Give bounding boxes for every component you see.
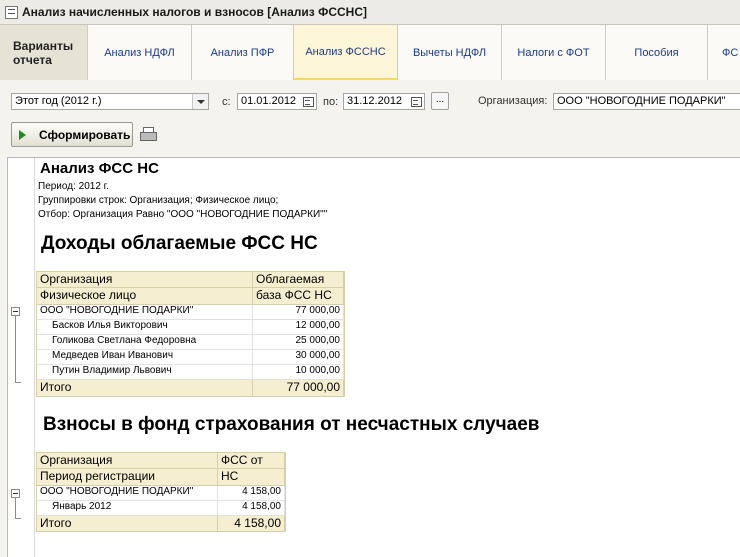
window-icon bbox=[5, 6, 18, 19]
tab-report-variants[interactable]: Варианты отчета bbox=[0, 25, 88, 80]
tab-fs-truncated[interactable]: ФС bbox=[708, 25, 740, 80]
generate-button[interactable]: Сформировать bbox=[11, 122, 133, 147]
table-row: Январь 2012 bbox=[37, 501, 218, 516]
table-row: Путин Владимир Львович bbox=[37, 365, 253, 380]
group-line bbox=[15, 316, 16, 382]
calendar-icon[interactable] bbox=[410, 95, 423, 108]
section-heading-contributions: Взносы в фонд страхования от несчастных … bbox=[43, 414, 540, 435]
table-cell: 4 158,00 bbox=[218, 486, 285, 501]
collapse-icon[interactable] bbox=[11, 489, 20, 498]
tab-benefits[interactable]: Пособия bbox=[606, 25, 708, 80]
title-bar: Анализ начисленных налогов и взносов [Ан… bbox=[0, 0, 740, 25]
date-from-value: 01.01.2012 bbox=[241, 95, 297, 107]
tab-label: Варианты отчета bbox=[13, 38, 74, 67]
report-period: Период: 2012 г. bbox=[38, 181, 109, 192]
table-row: ООО "НОВОГОДНИЕ ПОДАРКИ" bbox=[37, 305, 253, 320]
group-line bbox=[15, 518, 21, 519]
organization-field[interactable]: ООО "НОВОГОДНИЕ ПОДАРКИ" bbox=[553, 93, 740, 110]
play-icon bbox=[19, 130, 26, 140]
report-grouping: Группировки строк: Организация; Физическ… bbox=[38, 195, 279, 206]
date-from-field[interactable]: 01.01.2012 bbox=[237, 93, 317, 110]
tab-fssns-analysis[interactable]: Анализ ФССНС bbox=[294, 25, 398, 80]
collapse-icon[interactable] bbox=[11, 307, 20, 316]
table-row: Медведев Иван Иванович bbox=[37, 350, 253, 365]
table-header: Физическое лицо bbox=[37, 288, 253, 305]
window-title: Анализ начисленных налогов и взносов [Ан… bbox=[22, 5, 367, 19]
total-label: Итого bbox=[37, 380, 253, 396]
calendar-icon[interactable] bbox=[302, 95, 315, 108]
tab-payroll-taxes[interactable]: Налоги с ФОТ bbox=[502, 25, 606, 80]
organization-value: ООО "НОВОГОДНИЕ ПОДАРКИ" bbox=[557, 95, 726, 107]
generate-label: Сформировать bbox=[39, 128, 131, 142]
date-to-value: 31.12.2012 bbox=[347, 95, 403, 107]
total-value: 4 158,00 bbox=[218, 516, 285, 531]
table-cell: 12 000,00 bbox=[253, 320, 344, 335]
report-filter: Отбор: Организация Равно "ООО "НОВОГОДНИ… bbox=[38, 209, 328, 220]
table-header: НС bbox=[218, 469, 285, 486]
report-tabs: Варианты отчета Анализ НДФЛ Анализ ПФР А… bbox=[0, 25, 740, 81]
table-header: база ФСС НС bbox=[253, 288, 344, 305]
table-cell: 10 000,00 bbox=[253, 365, 344, 380]
table-cell: 30 000,00 bbox=[253, 350, 344, 365]
date-to-field[interactable]: 31.12.2012 bbox=[343, 93, 425, 110]
table-header: Организация bbox=[37, 453, 218, 469]
table-row: ООО "НОВОГОДНИЕ ПОДАРКИ" bbox=[37, 486, 218, 501]
table-row: Голикова Светлана Федоровна bbox=[37, 335, 253, 350]
printer-icon[interactable] bbox=[140, 127, 157, 142]
table-header: Период регистрации bbox=[37, 469, 218, 486]
tab-pfr-analysis[interactable]: Анализ ПФР bbox=[192, 25, 294, 80]
tab-ndfl-deductions[interactable]: Вычеты НДФЛ bbox=[398, 25, 502, 80]
from-label: с: bbox=[222, 96, 231, 108]
section-heading-income: Доходы облагаемые ФСС НС bbox=[41, 233, 318, 254]
period-settings-button[interactable]: ... bbox=[431, 92, 449, 110]
report-title: Анализ ФСС НС bbox=[40, 160, 159, 177]
organization-label: Организация: bbox=[478, 95, 548, 107]
total-value: 77 000,00 bbox=[253, 380, 344, 396]
table-header: Организация bbox=[37, 272, 253, 288]
chevron-down-icon[interactable] bbox=[192, 94, 208, 109]
table-cell: 25 000,00 bbox=[253, 335, 344, 350]
period-value: Этот год (2012 г.) bbox=[15, 95, 102, 107]
total-label: Итого bbox=[37, 516, 218, 531]
period-select[interactable]: Этот год (2012 г.) bbox=[11, 93, 209, 110]
table-cell: 77 000,00 bbox=[253, 305, 344, 320]
to-label: по: bbox=[323, 96, 339, 108]
table-header: ФСС от bbox=[218, 453, 285, 469]
group-line bbox=[15, 498, 16, 518]
table-row: Басков Илья Викторович bbox=[37, 320, 253, 335]
table-header: Облагаемая bbox=[253, 272, 344, 288]
tab-ndfl-analysis[interactable]: Анализ НДФЛ bbox=[88, 25, 192, 80]
table-cell: 4 158,00 bbox=[218, 501, 285, 516]
group-line bbox=[15, 382, 21, 383]
